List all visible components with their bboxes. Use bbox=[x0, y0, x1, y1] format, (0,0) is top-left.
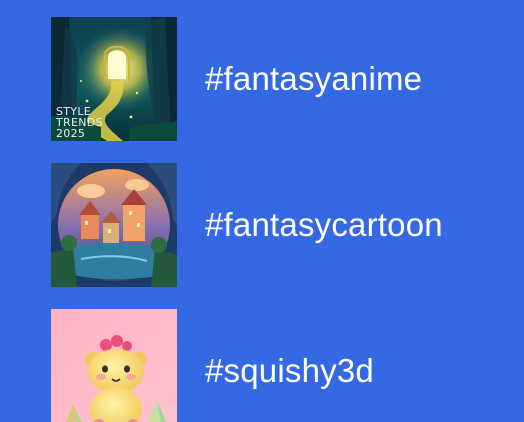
hashtag-list: STYLE TRENDS 2025 #fantasyanime #fantasy… bbox=[0, 0, 524, 422]
thumbnail-overlay-text: STYLE TRENDS 2025 bbox=[56, 106, 103, 139]
hashtag-label[interactable]: #fantasyanime bbox=[205, 59, 422, 99]
hashtag-label[interactable]: #squishy3d bbox=[205, 351, 374, 391]
hashtag-item-squishy3d[interactable]: #squishy3d bbox=[0, 309, 524, 422]
fantasy-forest-doorway-image: STYLE TRENDS 2025 bbox=[51, 17, 177, 141]
hashtag-label[interactable]: #fantasycartoon bbox=[205, 205, 443, 245]
overlay-line: 2025 bbox=[56, 127, 86, 140]
squishy-3d-character-image bbox=[51, 309, 177, 422]
hashtag-item-fantasycartoon[interactable]: #fantasycartoon bbox=[0, 163, 524, 287]
fantasy-cartoon-village-image bbox=[51, 163, 177, 287]
hashtag-item-fantasyanime[interactable]: STYLE TRENDS 2025 #fantasyanime bbox=[0, 17, 524, 141]
